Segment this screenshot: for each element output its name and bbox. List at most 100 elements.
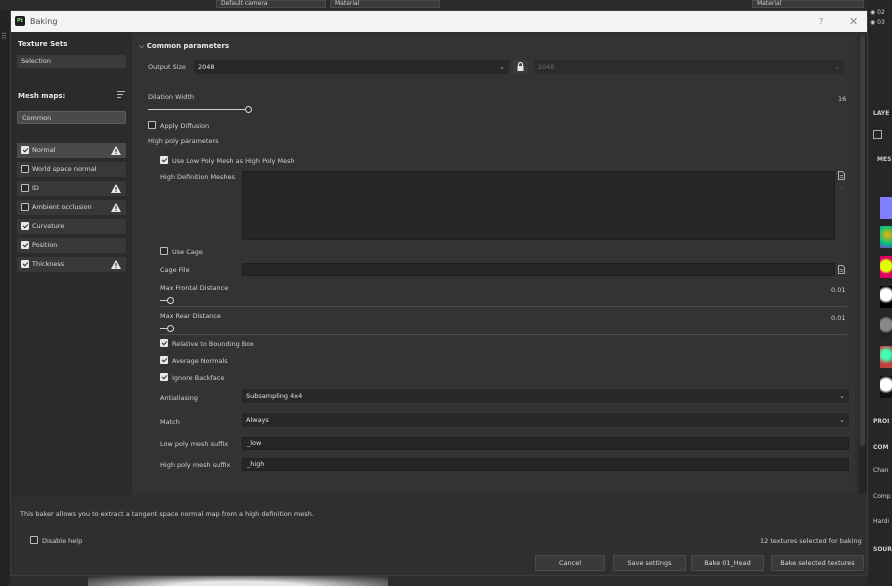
use-cage-checkbox[interactable] xyxy=(160,247,168,257)
normal-thumbnail[interactable] xyxy=(880,197,892,219)
material-dropdown[interactable]: Material xyxy=(330,0,440,8)
mesh-map-item-id[interactable]: ID xyxy=(17,181,126,196)
checkbox-icon[interactable] xyxy=(21,146,29,154)
relative-bbox-label: Relative to Bounding Box xyxy=(172,340,254,348)
mesh-maps-header: Mesh maps: xyxy=(18,92,66,100)
bake-selected-button[interactable]: Bake selected textures xyxy=(771,555,864,571)
dilation-width-label: Dilation Width xyxy=(148,93,195,101)
right-label-compression: Comp xyxy=(873,493,891,500)
relative-bbox-checkbox[interactable] xyxy=(160,339,168,349)
cage-file-input[interactable] xyxy=(242,263,835,276)
output-size-locked-value: 2048 xyxy=(538,63,555,71)
checkbox-icon xyxy=(30,536,38,544)
match-dropdown[interactable]: Always ⌄ xyxy=(242,413,849,427)
scrollbar-thumb[interactable] xyxy=(860,36,865,446)
output-size-value: 2048 xyxy=(198,63,215,71)
app-top-bar: Default camera Material Material xyxy=(0,0,892,10)
antialiasing-dropdown[interactable]: Subsampling 4x4 ⌄ xyxy=(242,389,849,403)
dilation-width-handle[interactable] xyxy=(245,106,252,113)
max-frontal-handle[interactable] xyxy=(167,297,174,304)
checkbox-icon[interactable] xyxy=(21,165,29,173)
antialiasing-label: Antialiasing xyxy=(160,394,198,402)
texture-set-selection[interactable]: Selection xyxy=(17,55,126,68)
output-size-dropdown[interactable]: 2048 ⌄ xyxy=(194,60,509,74)
help-button[interactable]: ? xyxy=(819,17,823,26)
dialog-titlebar[interactable]: Pt Baking ? ✕ xyxy=(11,11,867,32)
mesh-map-label: ID xyxy=(32,184,39,192)
max-frontal-value: 0.01 xyxy=(831,286,846,294)
thickness-thumbnail[interactable] xyxy=(880,376,892,398)
checkbox-icon xyxy=(160,156,168,164)
material-dropdown-right[interactable]: Material xyxy=(752,0,864,8)
max-rear-value: 0.01 xyxy=(831,314,846,322)
high-def-meshes-list[interactable] xyxy=(242,171,835,240)
parameters-scrollbar[interactable] xyxy=(859,36,867,494)
max-frontal-label: Max Frontal Distance xyxy=(160,284,229,292)
chevron-down-icon: ⌄ xyxy=(499,63,505,71)
left-panel: Texture Sets Selection Mesh maps: Common… xyxy=(11,32,132,497)
common-tab[interactable]: Common xyxy=(17,111,126,124)
mesh-map-item-position[interactable]: Position xyxy=(17,238,126,253)
curvature-thumbnail[interactable] xyxy=(880,316,892,338)
checkbox-icon[interactable] xyxy=(21,203,29,211)
mesh-map-label: World space normal xyxy=(32,165,97,173)
cancel-button[interactable]: Cancel xyxy=(535,555,605,571)
max-rear-handle[interactable] xyxy=(167,325,174,332)
low-suffix-input[interactable]: _low xyxy=(242,437,849,450)
right-item-03-label: 03 xyxy=(877,19,885,26)
warning-icon xyxy=(111,203,121,212)
dilation-width-value: 16 xyxy=(838,95,847,103)
filter-icon[interactable] xyxy=(117,91,125,98)
max-rear-track[interactable] xyxy=(160,328,167,329)
close-button[interactable]: ✕ xyxy=(849,15,858,28)
use-low-poly-checkbox[interactable] xyxy=(160,156,168,166)
apply-diffusion-checkbox[interactable] xyxy=(148,121,156,131)
camera-dropdown[interactable]: Default camera xyxy=(216,0,326,8)
checkbox-icon xyxy=(160,373,168,381)
remove-icon[interactable]: – xyxy=(840,185,843,191)
disable-help-checkbox[interactable] xyxy=(30,536,38,546)
id-thumbnail[interactable] xyxy=(880,256,892,278)
checkbox-icon[interactable] xyxy=(21,241,29,249)
mesh-map-item-curvature[interactable]: Curvature xyxy=(17,219,126,234)
material-dropdown-label: Material xyxy=(335,0,360,7)
right-item-02[interactable]: ◉ 02 xyxy=(870,9,885,16)
mesh-map-label: Curvature xyxy=(32,222,65,230)
antialiasing-value: Subsampling 4x4 xyxy=(246,392,303,400)
right-label-mesh: MES xyxy=(877,156,892,163)
textures-selected-status: 12 textures selected for baking xyxy=(760,537,862,545)
wsn-thumbnail[interactable] xyxy=(880,226,892,248)
position-thumbnail[interactable] xyxy=(880,346,892,368)
checkbox-icon[interactable] xyxy=(21,260,29,268)
checkbox-icon[interactable] xyxy=(21,184,29,192)
match-label: Match xyxy=(160,418,180,426)
output-size-label: Output Size xyxy=(148,63,186,71)
file-icon[interactable] xyxy=(838,265,845,274)
save-settings-button[interactable]: Save settings xyxy=(613,555,686,571)
mesh-map-item-thickness[interactable]: Thickness xyxy=(17,257,126,272)
max-frontal-track[interactable] xyxy=(160,300,167,301)
mesh-map-item-ambient-occlusion[interactable]: Ambient occlusion xyxy=(17,200,126,215)
right-item-03[interactable]: ◉ 03 xyxy=(870,19,885,26)
file-icon[interactable] xyxy=(838,171,845,180)
dilation-width-track[interactable] xyxy=(148,109,245,110)
apply-diffusion-label: Apply Diffusion xyxy=(160,122,210,130)
bake-head-button[interactable]: Bake 01_Head xyxy=(691,555,764,571)
high-suffix-input[interactable]: _high xyxy=(242,458,849,471)
grip-icon: ⠿ xyxy=(1,32,7,41)
warning-icon xyxy=(111,146,121,155)
lock-icon[interactable] xyxy=(513,60,528,74)
material-dropdown-right-label: Material xyxy=(757,0,782,7)
ignore-backface-checkbox[interactable] xyxy=(160,373,168,383)
help-text: This baker allows you to extract a tange… xyxy=(20,510,314,518)
mesh-map-item-world-space-normal[interactable]: World space normal xyxy=(17,162,126,177)
use-low-poly-label: Use Low Poly Mesh as High Poly Mesh xyxy=(172,157,295,165)
layers-icon[interactable] xyxy=(873,130,882,139)
ao-thumbnail[interactable] xyxy=(880,286,892,308)
average-normals-checkbox[interactable] xyxy=(160,356,168,366)
chevron-down-icon: ⌄ xyxy=(839,416,845,424)
warning-icon xyxy=(111,260,121,269)
common-parameters-header[interactable]: ⌵ Common parameters xyxy=(139,42,229,51)
mesh-map-item-normal[interactable]: Normal xyxy=(17,143,126,158)
checkbox-icon[interactable] xyxy=(21,222,29,230)
